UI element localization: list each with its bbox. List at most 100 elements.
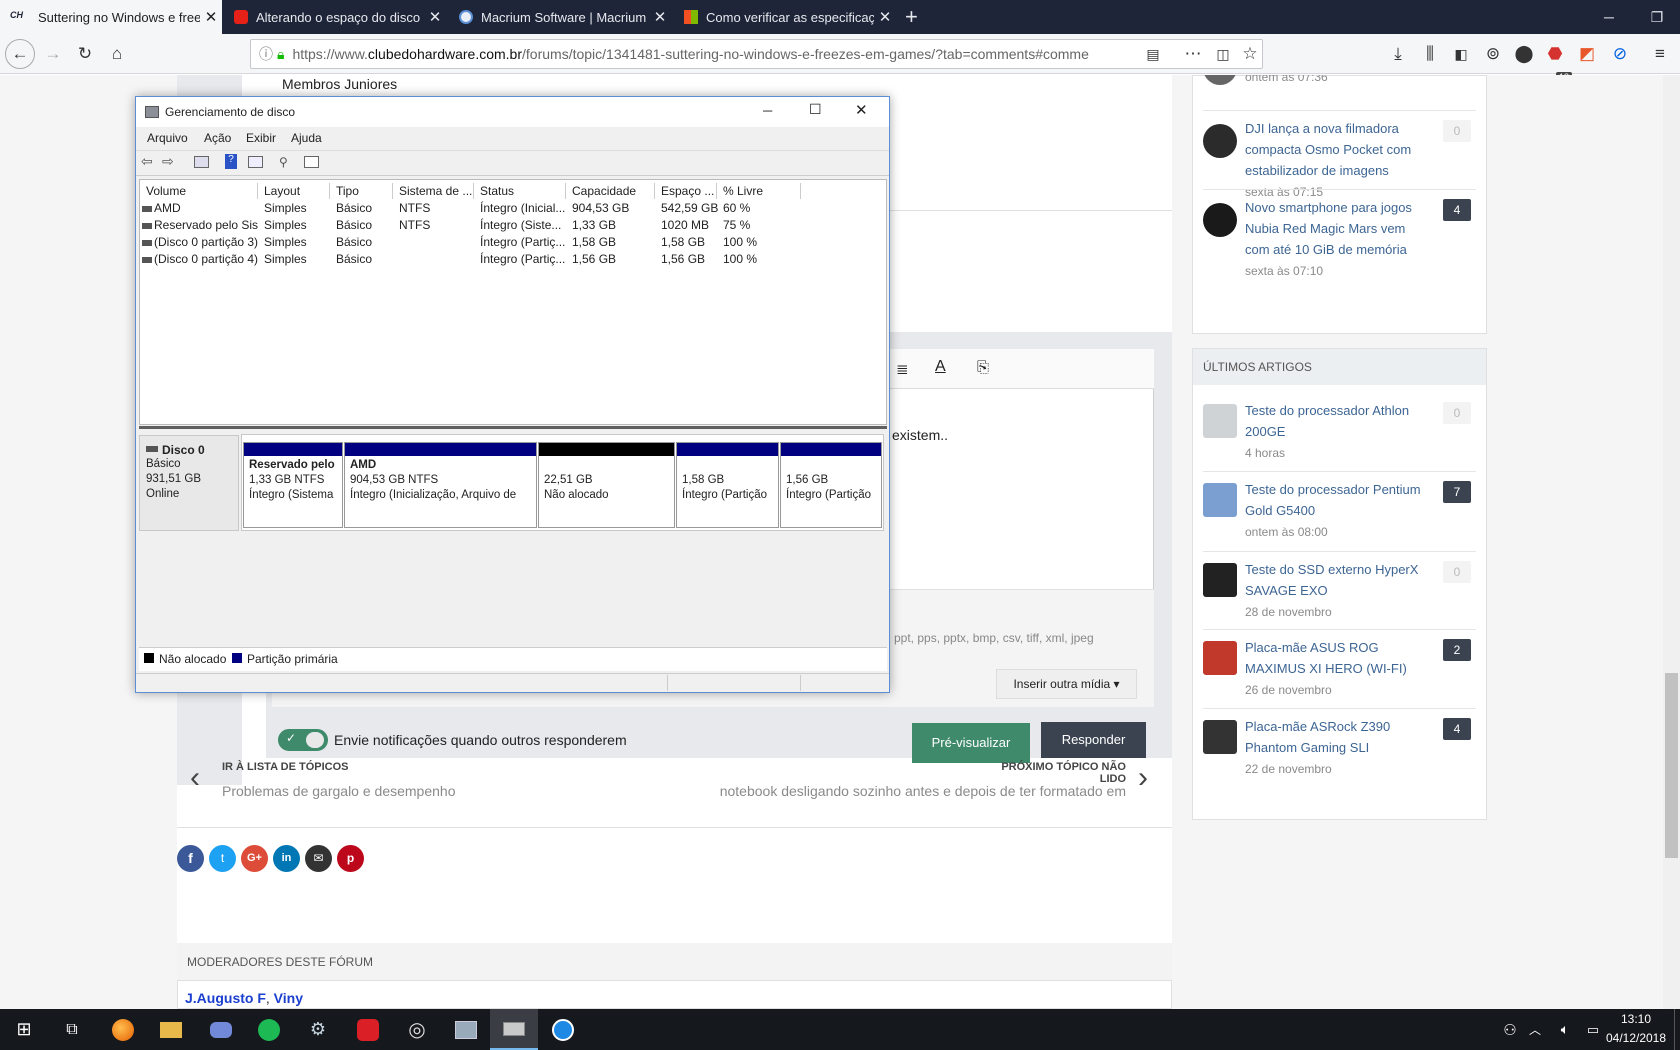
sidebar-icon[interactable]: ◧ <box>1446 39 1476 69</box>
home-icon[interactable]: ⌂ <box>102 39 132 69</box>
reply-button[interactable]: Responder <box>1041 722 1146 758</box>
reader-view-icon[interactable]: ▤ <box>1138 39 1168 69</box>
article-thumbnail[interactable] <box>1203 720 1237 754</box>
forward-arrow-icon[interactable]: ⇨ <box>162 153 174 170</box>
disk-management-taskbar-icon[interactable] <box>490 1009 538 1050</box>
news-title[interactable]: Novo smartphone para jogos Nubia Red Magi… <box>1245 197 1435 260</box>
start-icon[interactable]: ⊞ <box>0 1009 48 1050</box>
adobe-cc-icon[interactable] <box>344 1009 392 1050</box>
new-tab-icon[interactable]: + <box>905 4 918 30</box>
article-title[interactable]: Placa-mãe ASUS ROG MAXIMUS XI HERO (WI-FI… <box>1245 637 1435 679</box>
menu-acao[interactable]: Ação <box>204 131 231 145</box>
task-view-icon[interactable]: ⧉ <box>48 1009 96 1050</box>
minimize-icon[interactable]: ─ <box>1585 0 1633 34</box>
reload-icon[interactable]: ↻ <box>70 39 100 69</box>
article-title[interactable]: Teste do processador Pentium Gold G5400 <box>1245 479 1435 521</box>
extension-colors-icon[interactable]: ⬤ <box>1509 39 1539 69</box>
sync-icon[interactable]: ⊚ <box>1478 39 1508 69</box>
obs-icon[interactable]: ◎ <box>393 1009 441 1050</box>
article-title[interactable]: Placa-mãe ASRock Z390 Phantom Gaming SLI <box>1245 716 1435 758</box>
news-item[interactable]: Novo smartphone para jogos Nubia Red Magi… <box>1193 197 1483 281</box>
moderator-link[interactable]: J.Augusto F <box>185 990 266 1006</box>
console-tree-icon[interactable] <box>194 156 209 168</box>
article-thumbnail[interactable] <box>1203 563 1237 597</box>
article-item[interactable]: Placa-mãe ASUS ROG MAXIMUS XI HERO (WI-FI… <box>1193 637 1483 707</box>
library-icon[interactable]: ⫼ <box>1415 39 1445 69</box>
clock-time[interactable]: 13:10 <box>1610 1012 1662 1026</box>
properties-icon[interactable] <box>248 156 263 168</box>
partition-block[interactable]: 22,51 GB Não alocado <box>538 442 675 528</box>
align-icon[interactable]: ≣ <box>896 360 909 378</box>
page-scrollbar[interactable] <box>1663 75 1680 1009</box>
article-title[interactable]: Teste do processador Athlon 200GE <box>1245 400 1435 442</box>
next-topic-link[interactable]: notebook desligando sozinho antes e depo… <box>630 783 1126 799</box>
article-item[interactable]: Teste do processador Athlon 200GE 4 horas 0 <box>1193 400 1483 470</box>
article-title[interactable]: Teste do SSD externo HyperX SAVAGE EXO <box>1245 559 1435 601</box>
article-item[interactable]: Placa-mãe ASRock Z390 Phantom Gaming SLI 2… <box>1193 716 1483 786</box>
bookmark-star-icon[interactable]: ☆ <box>1235 39 1265 69</box>
back-arrow-icon[interactable]: ⇦ <box>141 153 153 170</box>
discord-icon[interactable] <box>197 1009 245 1050</box>
column-header[interactable]: Tipo <box>330 183 393 199</box>
news-thumbnail[interactable] <box>1203 203 1237 237</box>
tab-suttering[interactable]: CH Suttering no Windows e freezes ✕ <box>0 0 222 34</box>
chevron-right-icon[interactable]: › <box>1138 761 1148 795</box>
macrium-reflect-icon[interactable] <box>539 1009 587 1050</box>
news-thumbnail[interactable] <box>1203 124 1237 158</box>
pocket-icon[interactable]: ◫ <box>1208 39 1238 69</box>
close-icon[interactable]: ✕ <box>200 8 222 26</box>
menu-exibir[interactable]: Exibir <box>246 131 276 145</box>
partition-block[interactable]: AMD 904,53 GB NTFS Íntegro (Inicialização,… <box>344 442 537 528</box>
preview-button[interactable]: Pré-visualizar <box>912 723 1030 763</box>
block-icon[interactable]: ⊘ <box>1605 39 1635 69</box>
minimize-icon[interactable]: ─ <box>763 103 772 118</box>
url-bar[interactable]: ⓘ 🔒︎ https://www. clubedohardware.com.br /… <box>250 39 1263 69</box>
notify-toggle[interactable]: ✓ <box>278 729 328 751</box>
adblock-icon[interactable]: ⬣ <box>1540 39 1570 69</box>
volume-icon[interactable]: 🔈︎ <box>1550 1009 1580 1050</box>
article-thumbnail[interactable] <box>1203 641 1237 675</box>
control-panel-icon[interactable] <box>442 1009 490 1050</box>
spotify-icon[interactable] <box>245 1009 293 1050</box>
menu-ajuda[interactable]: Ajuda <box>291 131 322 145</box>
news-title[interactable]: DJI lança a nova filmadora compacta Osmo … <box>1245 118 1435 181</box>
tab-como-verificar[interactable]: Como verificar as especificaçõ ✕ <box>674 0 896 34</box>
article-thumbnail[interactable] <box>1203 404 1237 438</box>
moderator-link[interactable]: Viny <box>274 990 303 1006</box>
clock-date[interactable]: 04/12/2018 <box>1604 1031 1668 1045</box>
news-thumbnail[interactable] <box>1203 75 1237 85</box>
screenshot-icon[interactable]: ◩ <box>1572 39 1602 69</box>
scrollbar-thumb[interactable] <box>1665 673 1678 858</box>
preview-doc-icon[interactable]: ⎘ <box>977 359 989 376</box>
menu-arquivo[interactable]: Arquivo <box>147 131 188 145</box>
insert-media-button[interactable]: Inserir outra mídia ▾ <box>996 669 1137 699</box>
column-header[interactable]: Volume <box>140 183 258 199</box>
chevron-left-icon[interactable]: ‹ <box>190 761 200 795</box>
restore-icon[interactable]: ❐ <box>1633 0 1680 34</box>
partition-block[interactable]: 1,56 GB Íntegro (Partição <box>780 442 882 528</box>
show-desktop-button[interactable] <box>1674 1009 1680 1050</box>
volume-row[interactable]: (Disco 0 partição 4) Simples Básico Íntegro… <box>140 252 884 269</box>
close-icon[interactable]: ✕ <box>855 101 868 119</box>
tab-alterando[interactable]: Alterando o espaço do disco C ✕ <box>224 0 446 34</box>
column-header[interactable]: Espaço ... <box>655 183 717 199</box>
article-item[interactable]: Teste do SSD externo HyperX SAVAGE EXO 28 … <box>1193 559 1483 629</box>
chevron-up-icon[interactable]: ︿ <box>1520 1009 1550 1050</box>
column-header[interactable]: Capacidade <box>566 183 655 199</box>
facebook-share-icon[interactable]: f <box>177 845 204 872</box>
forward-icon[interactable]: → <box>38 39 68 69</box>
volume-row[interactable]: AMD Simples Básico NTFS Íntegro (Inicial... 9… <box>140 201 884 218</box>
volume-row[interactable]: Reservado pelo Sis... Simples Básico NTFS Ín… <box>140 218 884 235</box>
close-icon[interactable]: ✕ <box>874 8 896 26</box>
partition-block[interactable]: 1,58 GB Íntegro (Partição <box>676 442 779 528</box>
help-icon[interactable]: ? <box>225 154 237 169</box>
font-color-icon[interactable]: A <box>935 358 946 376</box>
steam-icon[interactable]: ⚙ <box>294 1009 342 1050</box>
file-explorer-icon[interactable] <box>147 1009 195 1050</box>
connect-icon[interactable]: ⚲ <box>279 155 288 169</box>
volume-row[interactable]: (Disco 0 partição 3) Simples Básico Íntegro… <box>140 235 884 252</box>
go-to-list-link[interactable]: Problemas de gargalo e desempenho <box>222 783 456 799</box>
close-icon[interactable]: ✕ <box>424 8 446 26</box>
downloads-icon[interactable]: ⤓ <box>1383 39 1413 69</box>
maximize-icon[interactable]: ☐ <box>809 101 822 118</box>
